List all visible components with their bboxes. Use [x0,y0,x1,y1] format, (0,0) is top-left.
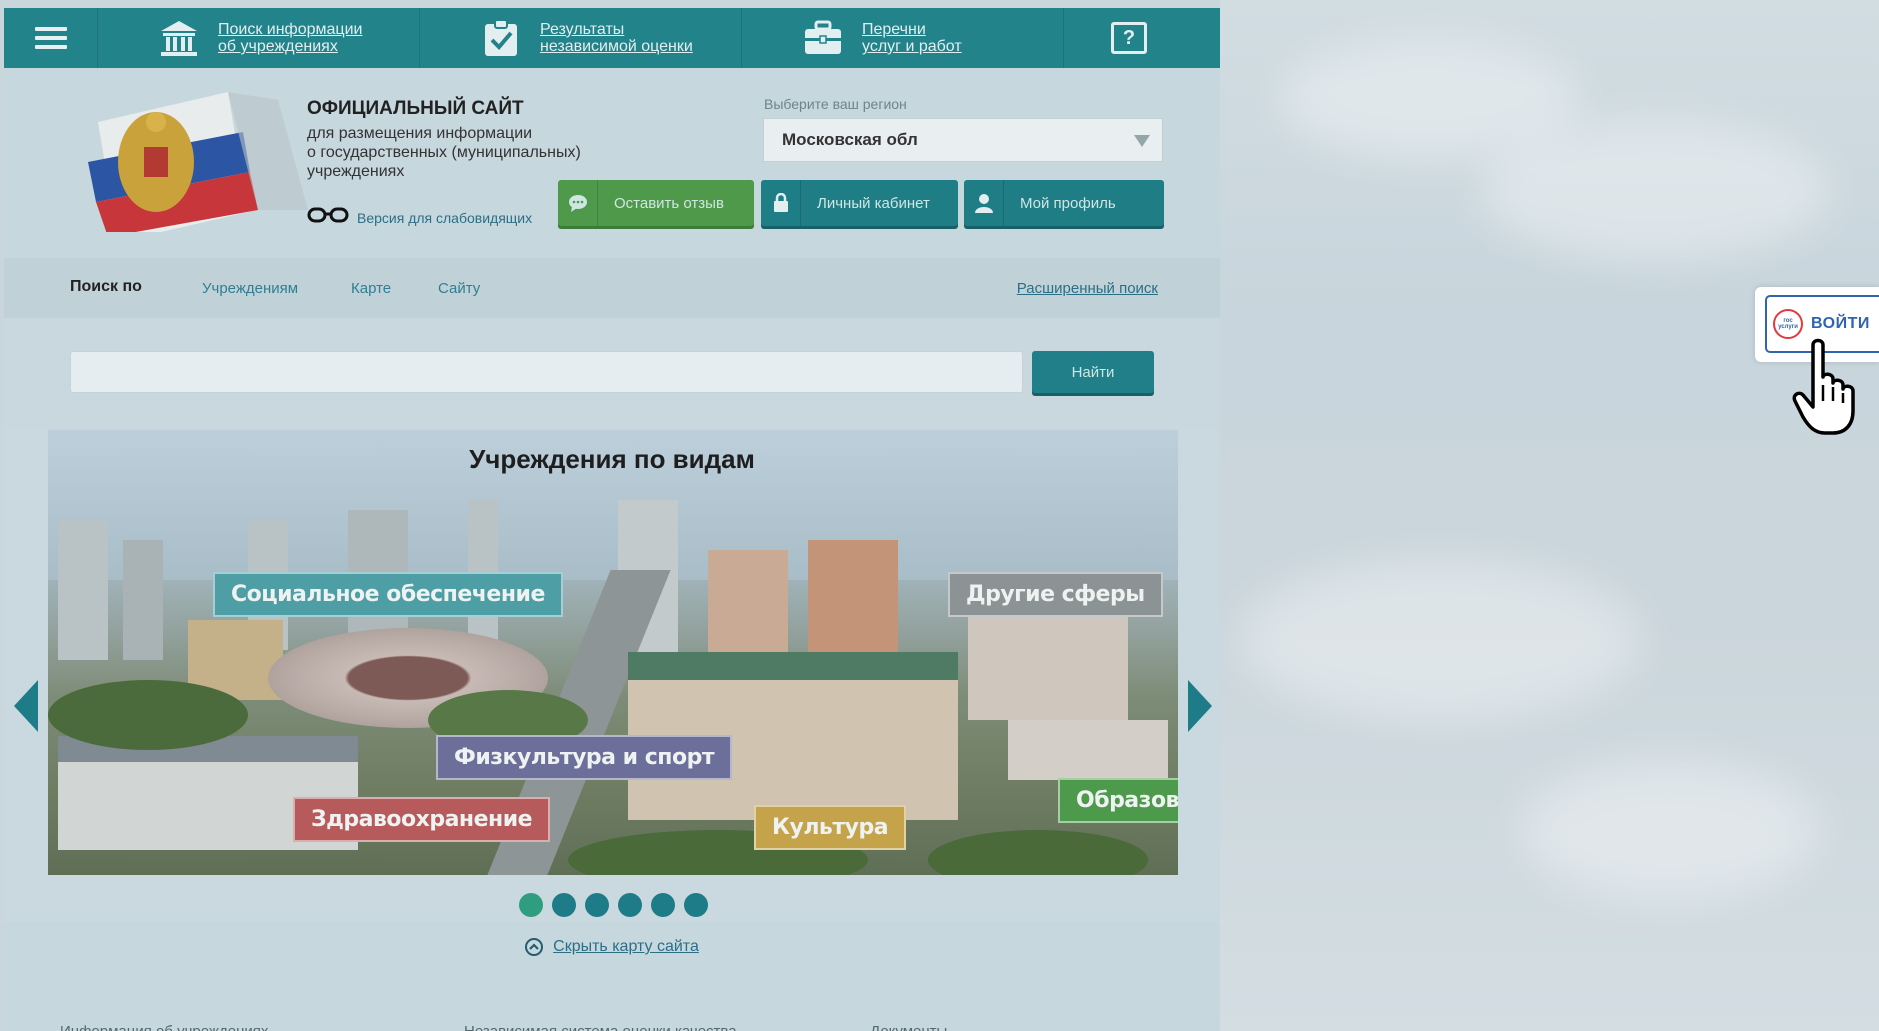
hand-pointer-cursor-icon [1791,337,1871,437]
hamburger-icon [34,27,67,49]
carousel-dot[interactable] [684,893,708,917]
my-profile-button[interactable]: Мой профиль [964,180,1164,226]
category-education[interactable]: Образование [1058,778,1178,823]
login-label: ВОЙТИ [1811,315,1870,332]
search-by-label: Поиск по [70,278,142,295]
category-social-security[interactable]: Социальное обеспечение [213,572,563,617]
help-icon: ? [1111,22,1147,54]
nav-item-services-list[interactable]: Перечни услуг и работ [742,8,1064,68]
chevron-up-circle-icon [525,938,544,956]
carousel-dot[interactable] [618,893,642,917]
region-label: Выберите ваш регион [764,96,907,112]
search-tabs: Поиск по Учреждениям Карте Сайту Расшире… [4,258,1220,318]
region-select[interactable]: Московская обл [763,118,1163,162]
chat-bubble-icon [558,180,598,226]
category-culture[interactable]: Культура [754,805,907,850]
advanced-search-link[interactable]: Расширенный поиск [1017,280,1158,297]
hide-sitemap-link[interactable]: Скрыть карту сайта [4,938,1220,956]
sitemap-institutions-info[interactable]: Информация об учреждениях [60,1023,268,1031]
institution-icon [158,18,200,58]
region-value: Московская обл [782,130,918,149]
low-vision-link[interactable]: Версия для слабовидящих [307,206,532,229]
search-button[interactable]: Найти [1032,351,1154,393]
site-panel: Поиск информации об учреждениях Результа… [4,8,1220,1031]
clipboard-check-icon [480,18,522,58]
tab-institutions[interactable]: Учреждениям [202,280,298,297]
site-title: ОФИЦИАЛЬНЫЙ САЙТ [307,98,524,119]
user-icon [964,180,1004,226]
low-vision-label: Версия для слабовидящих [357,209,533,226]
site-header: ОФИЦИАЛЬНЫЙ САЙТ для размещения информац… [4,68,1220,258]
sitemap-columns: Информация об учреждениях Независимая си… [4,1013,1220,1031]
search-input[interactable] [70,351,1023,393]
carousel-title: Учреждения по видам [469,444,755,474]
institution-types-carousel: Учреждения по видам Социальное обеспечен… [4,430,1220,922]
briefcase-icon [802,18,844,58]
carousel-prev-arrow-icon[interactable] [14,680,38,732]
gosuslugi-logo-icon: гос услуги [1773,309,1803,339]
carousel-next-arrow-icon[interactable] [1188,680,1212,732]
nav-item-label: Поиск информации об учреждениях [218,21,363,55]
cloud [1520,760,1820,900]
carousel-dot[interactable] [552,893,576,917]
personal-cabinet-label: Личный кабинет [817,194,930,212]
blurred-background [1220,0,1879,1031]
feedback-button-label: Оставить отзыв [614,194,724,212]
carousel-dot[interactable] [651,893,675,917]
sitemap-documents[interactable]: Документы [870,1023,947,1031]
nav-item-label: Результаты независимой оценки [540,21,693,55]
category-sport[interactable]: Физкультура и спорт [436,735,733,780]
dropdown-arrow-icon [1134,135,1150,147]
coat-of-arms-logo[interactable] [78,92,308,242]
top-navigation-bar: Поиск информации об учреждениях Результа… [4,8,1220,68]
site-subtitle: для размещения информации о государствен… [307,125,581,180]
hide-sitemap-label: Скрыть карту сайта [553,938,699,955]
tab-site[interactable]: Сайту [438,280,480,297]
my-profile-label: Мой профиль [1020,194,1116,212]
help-button[interactable]: ? [1064,8,1194,68]
nav-item-label: Перечни услуг и работ [862,21,962,55]
nav-item-institution-search[interactable]: Поиск информации об учреждениях [98,8,420,68]
menu-button[interactable] [4,8,98,68]
sitemap-quality-assessment[interactable]: Независимая система оценки качества [464,1023,737,1031]
category-other-areas[interactable]: Другие сферы [948,572,1163,617]
cloud [1480,120,1830,260]
feedback-button[interactable]: Оставить отзыв [558,180,754,226]
category-healthcare[interactable]: Здравоохранение [293,797,551,842]
carousel-pagination [4,893,1220,917]
lock-icon [761,180,801,226]
carousel-dot[interactable] [585,893,609,917]
personal-cabinet-button[interactable]: Личный кабинет [761,180,958,226]
tab-map[interactable]: Карте [351,280,391,297]
glasses-icon [307,206,349,229]
city-illustration: Социальное обеспечение Другие сферы Физк… [48,430,1178,875]
search-area: Найти [4,318,1220,438]
nav-item-evaluation-results[interactable]: Результаты независимой оценки [420,8,742,68]
cloud [1240,560,1640,720]
carousel-dot[interactable] [519,893,543,917]
